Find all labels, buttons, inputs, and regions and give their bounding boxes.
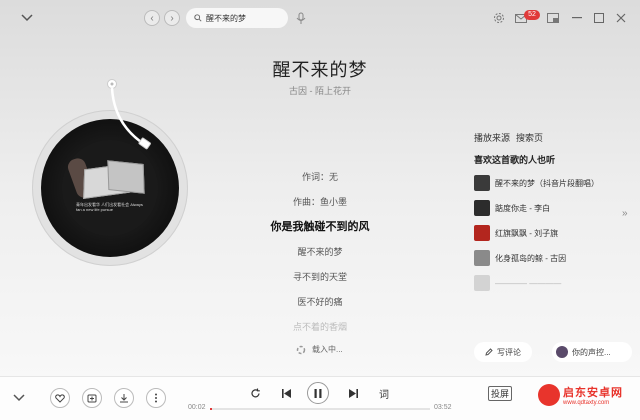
collapse-chevron-icon[interactable] <box>20 12 34 24</box>
tonearm <box>107 79 151 150</box>
song-thumbnail <box>474 275 490 291</box>
more-button[interactable] <box>146 388 166 408</box>
pause-icon <box>314 388 322 398</box>
similar-song-title: 醒不来的梦（抖音片段翻唱） <box>495 178 599 188</box>
cover-caption: 青年出发看华 人们出发看社会 Always fan a new life pur… <box>76 202 143 212</box>
loading-text: 载入中... <box>312 345 343 354</box>
similar-song-item[interactable]: 红旗飘飘 - 刘子旗 <box>474 223 558 243</box>
watermark-url: www.qdtaxty.com <box>563 400 610 406</box>
lyric-line: 作曲：鱼小墨 <box>292 197 347 207</box>
song-thumbnail <box>474 200 490 216</box>
back-button[interactable]: ‹ <box>144 10 160 26</box>
collapse-player-icon[interactable] <box>12 392 26 404</box>
similar-song-title: ———— ———— <box>495 278 562 288</box>
time-total: 03:52 <box>434 404 452 411</box>
write-comment-button[interactable]: 写评论 <box>474 342 532 362</box>
search-input[interactable]: 醒不来的梦 <box>186 8 288 28</box>
heart-icon <box>55 393 65 403</box>
watermark: 启东安卓网 www.qdtaxty.com <box>538 384 623 406</box>
progress-bar[interactable] <box>210 408 430 410</box>
previous-track-icon[interactable] <box>279 386 293 400</box>
microphone-icon[interactable] <box>294 11 308 25</box>
top-bar: ‹ › 醒不来的梦 52 <box>0 0 640 36</box>
mini-player-icon[interactable] <box>546 12 560 24</box>
song-thumbnail <box>474 175 490 191</box>
similar-title: 喜欢这首歌的人也听 <box>474 155 556 165</box>
forward-button[interactable]: › <box>164 10 180 26</box>
add-folder-icon <box>87 394 97 403</box>
spinner-icon <box>296 345 306 354</box>
lyric-line: 寻不到的天堂 <box>292 272 347 282</box>
pencil-icon <box>485 348 493 356</box>
next-track-icon[interactable] <box>346 386 360 400</box>
loading-indicator: 载入中... <box>296 344 343 355</box>
minimize-icon[interactable] <box>570 12 584 24</box>
source-label: 播放来源 <box>474 133 511 143</box>
similar-song-item[interactable]: ———— ———— <box>474 273 561 293</box>
source-link[interactable]: 搜索页 <box>516 131 543 144</box>
search-icon <box>194 14 202 22</box>
progress-fill <box>210 408 213 410</box>
more-dots-icon <box>155 393 157 403</box>
voice-control-button[interactable]: 你的声控... <box>552 342 632 362</box>
watermark-logo <box>538 384 560 406</box>
similar-song-item[interactable]: 踮度你走 - 李白 <box>474 198 550 218</box>
lyric-line: 医不好的痛 <box>297 297 343 307</box>
similar-song-item[interactable]: 醒不来的梦（抖音片段翻唱） <box>474 173 599 193</box>
watermark-name: 启东安卓网 <box>563 387 623 399</box>
avatar <box>556 346 568 358</box>
lyrics-panel: 作词：无 作曲：鱼小墨 你是我触碰不到的风 醒不来的梦 寻不到的天堂 医不好的痛… <box>220 165 420 340</box>
side-panel: 播放来源 搜索页 喜欢这首歌的人也听 <box>474 131 634 166</box>
write-comment-label: 写评论 <box>497 347 521 357</box>
song-thumbnail <box>474 250 490 266</box>
similar-song-title: 化身孤岛的鲸 - 古因 <box>495 253 567 263</box>
download-icon <box>120 394 128 403</box>
maximize-icon[interactable] <box>592 12 606 24</box>
search-value: 醒不来的梦 <box>206 13 246 23</box>
settings-gear-icon[interactable] <box>492 11 506 25</box>
download-button[interactable] <box>114 388 134 408</box>
similar-song-title: 红旗飘飘 - 刘子旗 <box>495 228 559 238</box>
add-to-playlist-button[interactable] <box>82 388 102 408</box>
similar-song-title: 踮度你走 - 李白 <box>495 203 551 213</box>
lyric-line: 醒不来的梦 <box>297 247 343 257</box>
close-icon[interactable] <box>614 12 628 24</box>
mail-badge: 52 <box>524 10 540 20</box>
song-artist-album: 古因 - 陌上花开 <box>289 86 351 96</box>
song-thumbnail <box>474 225 490 241</box>
time-current: 00:02 <box>188 404 206 411</box>
lyric-line-current: 你是我触碰不到的风 <box>270 221 370 233</box>
loop-mode-icon[interactable] <box>248 386 262 400</box>
pause-button[interactable] <box>307 382 329 404</box>
lyric-line: 作词：无 <box>301 172 338 182</box>
like-button[interactable] <box>50 388 70 408</box>
lyrics-toggle-button[interactable]: 词 <box>377 386 391 401</box>
voice-control-label: 你的声控... <box>572 347 611 357</box>
similar-song-item[interactable]: 化身孤岛的鲸 - 古因 <box>474 248 566 268</box>
song-title: 醒不来的梦 <box>272 60 368 80</box>
expand-arrow-icon[interactable]: » <box>622 208 628 219</box>
lyric-line: 点不着的香烟 <box>292 322 347 332</box>
cast-button[interactable]: 投屏 <box>488 386 513 401</box>
